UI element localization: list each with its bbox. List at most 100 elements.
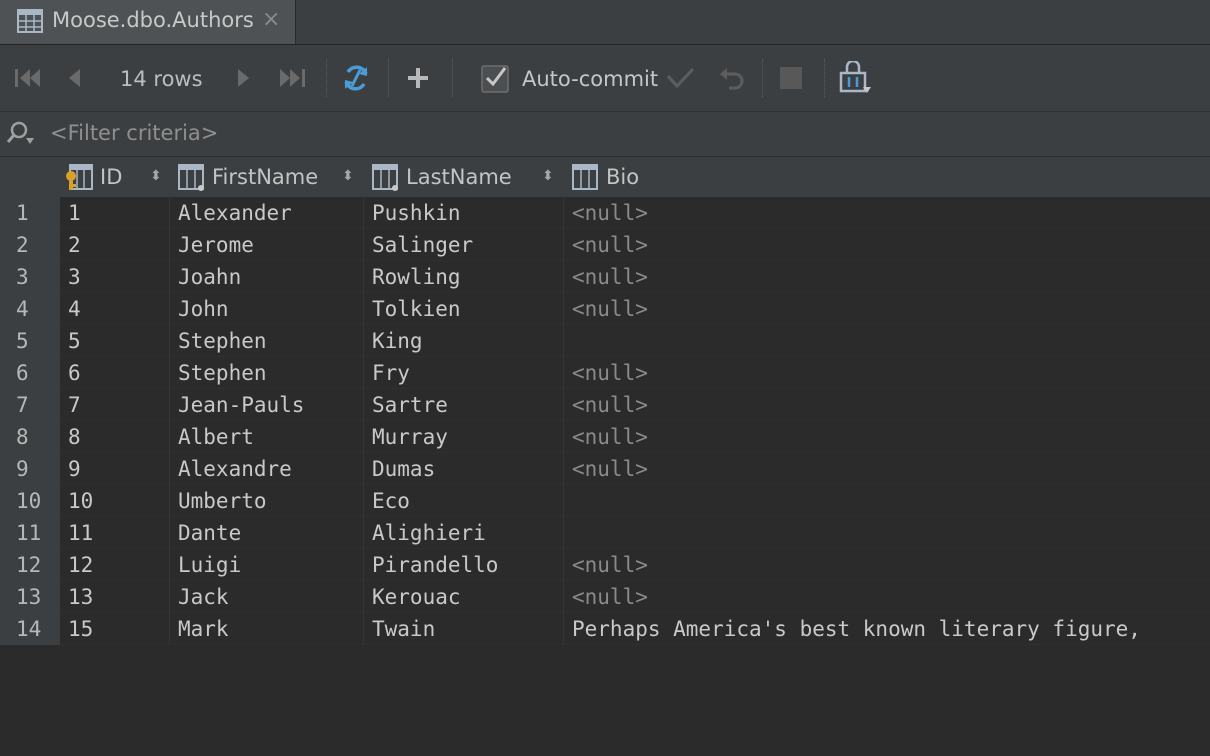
cell-id[interactable]: 9 <box>60 453 169 485</box>
row-number: 3 <box>0 261 60 293</box>
data-toolbar: 14 rows Auto-commit <box>0 45 1210 112</box>
cell-firstname[interactable]: Umberto <box>169 485 363 517</box>
cell-id[interactable]: 5 <box>60 325 169 357</box>
cell-bio[interactable]: <null> <box>563 293 1210 325</box>
column-header-id[interactable]: ID ⬍ <box>64 157 168 197</box>
table-row[interactable]: 10 10 Umberto Eco <box>0 485 1210 517</box>
table-row[interactable]: 1 1 Alexander Pushkin <null> <box>0 197 1210 229</box>
cell-bio[interactable] <box>563 485 1210 517</box>
first-page-icon[interactable] <box>12 61 42 95</box>
table-row[interactable]: 4 4 John Tolkien <null> <box>0 293 1210 325</box>
cell-id[interactable]: 7 <box>60 389 169 421</box>
rollback-icon[interactable] <box>716 61 746 95</box>
filter-input[interactable]: <Filter criteria> <box>50 121 218 145</box>
cell-lastname[interactable]: Dumas <box>363 453 563 485</box>
cell-firstname[interactable]: Stephen <box>169 357 363 389</box>
table-row[interactable]: 14 15 Mark Twain Perhaps America's best know… <box>0 613 1210 645</box>
cell-bio[interactable]: <null> <box>563 581 1210 613</box>
cell-id[interactable]: 8 <box>60 421 169 453</box>
table-row[interactable]: 11 11 Dante Alighieri <box>0 517 1210 549</box>
cell-firstname[interactable]: Dante <box>169 517 363 549</box>
row-count-label[interactable]: 14 rows <box>120 67 203 91</box>
cell-lastname[interactable]: Kerouac <box>363 581 563 613</box>
cell-bio[interactable]: <null> <box>563 197 1210 229</box>
cell-firstname[interactable]: Joahn <box>169 261 363 293</box>
cell-id[interactable]: 15 <box>60 613 169 645</box>
column-header-firstname[interactable]: FirstName ⬍ <box>176 157 362 197</box>
search-icon[interactable] <box>6 120 34 148</box>
table-row[interactable]: 2 2 Jerome Salinger <null> <box>0 229 1210 261</box>
cell-firstname[interactable]: Mark <box>169 613 363 645</box>
cell-bio[interactable]: <null> <box>563 229 1210 261</box>
row-number: 1 <box>0 197 60 229</box>
table-row[interactable]: 7 7 Jean-Pauls Sartre <null> <box>0 389 1210 421</box>
cell-bio[interactable] <box>563 517 1210 549</box>
cell-lastname[interactable]: Eco <box>363 485 563 517</box>
cell-firstname[interactable]: Alexander <box>169 197 363 229</box>
column-header-lastname[interactable]: LastName ⬍ <box>370 157 562 197</box>
autocommit-checkbox[interactable] <box>478 61 512 95</box>
sort-icon[interactable]: ⬍ <box>150 168 162 184</box>
table-row[interactable]: 13 13 Jack Kerouac <null> <box>0 581 1210 613</box>
table-tab[interactable]: Moose.dbo.Authors × <box>0 0 296 44</box>
cell-lastname[interactable]: Pushkin <box>363 197 563 229</box>
cell-bio[interactable]: <null> <box>563 453 1210 485</box>
cell-id[interactable]: 12 <box>60 549 169 581</box>
cell-id[interactable]: 13 <box>60 581 169 613</box>
close-icon[interactable]: × <box>262 7 280 32</box>
commit-check-icon[interactable] <box>664 61 696 95</box>
cell-lastname[interactable]: Fry <box>363 357 563 389</box>
column-header-bio[interactable]: Bio <box>570 157 770 197</box>
cell-id[interactable]: 10 <box>60 485 169 517</box>
cell-lastname[interactable]: Alighieri <box>363 517 563 549</box>
cell-id[interactable]: 1 <box>60 197 169 229</box>
cell-firstname[interactable]: Jean-Pauls <box>169 389 363 421</box>
primary-key-column-icon <box>66 164 93 190</box>
next-page-icon[interactable] <box>234 61 254 95</box>
cell-firstname[interactable]: Jerome <box>169 229 363 261</box>
cell-bio[interactable] <box>563 325 1210 357</box>
autocommit-label[interactable]: Auto-commit <box>522 67 658 91</box>
transaction-isolation-icon[interactable] <box>836 61 874 95</box>
checkbox-checked-icon <box>481 65 509 93</box>
table-row[interactable]: 8 8 Albert Murray <null> <box>0 421 1210 453</box>
cell-lastname[interactable]: Rowling <box>363 261 563 293</box>
cell-lastname[interactable]: Sartre <box>363 389 563 421</box>
cell-firstname[interactable]: Alexandre <box>169 453 363 485</box>
cell-bio[interactable]: Perhaps America's best known literary fi… <box>563 613 1210 645</box>
cell-id[interactable]: 3 <box>60 261 169 293</box>
table-row[interactable]: 6 6 Stephen Fry <null> <box>0 357 1210 389</box>
refresh-icon[interactable] <box>340 61 372 95</box>
table-row[interactable]: 12 12 Luigi Pirandello <null> <box>0 549 1210 581</box>
previous-page-icon[interactable] <box>64 61 84 95</box>
cell-firstname[interactable]: John <box>169 293 363 325</box>
sort-icon[interactable]: ⬍ <box>542 168 554 184</box>
cell-firstname[interactable]: Luigi <box>169 549 363 581</box>
cell-id[interactable]: 11 <box>60 517 169 549</box>
cell-lastname[interactable]: Tolkien <box>363 293 563 325</box>
stop-icon[interactable] <box>776 61 806 95</box>
cell-firstname[interactable]: Stephen <box>169 325 363 357</box>
cell-firstname[interactable]: Albert <box>169 421 363 453</box>
add-row-icon[interactable] <box>404 61 432 95</box>
cell-lastname[interactable]: King <box>363 325 563 357</box>
cell-lastname[interactable]: Twain <box>363 613 563 645</box>
table-row[interactable]: 5 5 Stephen King <box>0 325 1210 357</box>
cell-lastname[interactable]: Pirandello <box>363 549 563 581</box>
table-row[interactable]: 3 3 Joahn Rowling <null> <box>0 261 1210 293</box>
cell-id[interactable]: 4 <box>60 293 169 325</box>
cell-bio[interactable]: <null> <box>563 549 1210 581</box>
cell-id[interactable]: 6 <box>60 357 169 389</box>
cell-id[interactable]: 2 <box>60 229 169 261</box>
cell-bio[interactable]: <null> <box>563 421 1210 453</box>
cell-firstname[interactable]: Jack <box>169 581 363 613</box>
cell-bio[interactable]: <null> <box>563 357 1210 389</box>
cell-lastname[interactable]: Murray <box>363 421 563 453</box>
cell-lastname[interactable]: Salinger <box>363 229 563 261</box>
sort-icon[interactable]: ⬍ <box>342 168 354 184</box>
cell-bio[interactable]: <null> <box>563 261 1210 293</box>
last-page-icon[interactable] <box>278 61 308 95</box>
empty-grid-area <box>0 645 1210 756</box>
cell-bio[interactable]: <null> <box>563 389 1210 421</box>
table-row[interactable]: 9 9 Alexandre Dumas <null> <box>0 453 1210 485</box>
